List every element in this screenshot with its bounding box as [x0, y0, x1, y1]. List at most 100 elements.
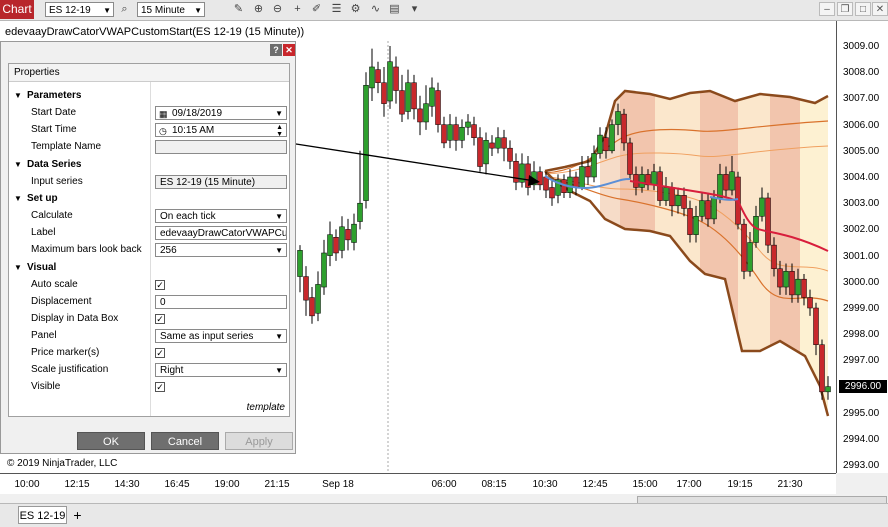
- zoom-out-icon[interactable]: ⊖: [270, 2, 285, 17]
- candlestick: [573, 176, 579, 188]
- pencil-icon[interactable]: ✎: [231, 2, 246, 17]
- time-tick-label: 21:30: [777, 479, 803, 490]
- restore-icon[interactable]: ❐: [837, 2, 853, 16]
- calculate-select[interactable]: On each tick ▼: [155, 209, 287, 223]
- time-tick-label: Sep 18: [322, 479, 354, 490]
- candlestick: [387, 61, 393, 102]
- close-icon[interactable]: ✕: [283, 44, 295, 56]
- vwap-band-fill: [700, 91, 738, 416]
- input-series-label: Input series: [31, 176, 83, 187]
- candlestick: [447, 124, 453, 141]
- section-visual[interactable]: ▼ Visual: [9, 260, 289, 276]
- panel-label: Panel: [31, 330, 57, 341]
- panel-select[interactable]: Same as input series ▼: [155, 329, 287, 343]
- dropdown-icon[interactable]: ▾: [407, 2, 422, 17]
- chevron-down-icon: ▼: [275, 246, 283, 255]
- candlestick: [375, 69, 381, 83]
- display-in-data-box-label: Display in Data Box: [31, 313, 119, 324]
- candlestick: [297, 250, 303, 277]
- candlestick: [513, 161, 519, 183]
- candlestick: [807, 297, 813, 309]
- visible-checkbox[interactable]: ✓: [155, 382, 165, 392]
- cancel-button[interactable]: Cancel: [151, 432, 219, 450]
- candlestick: [771, 244, 777, 269]
- data-box-icon[interactable]: ▤: [387, 2, 402, 17]
- calculate-label: Calculate: [31, 210, 73, 221]
- candlestick: [393, 66, 399, 91]
- template-link[interactable]: template: [247, 402, 285, 413]
- displacement-field[interactable]: 0: [155, 295, 287, 309]
- candlestick: [609, 124, 615, 152]
- close-icon[interactable]: ✕: [872, 2, 888, 16]
- auto-scale-checkbox[interactable]: ✓: [155, 280, 165, 290]
- price-tick-label: 3002.00: [843, 224, 880, 236]
- strategy-icon[interactable]: ⚙: [348, 2, 363, 17]
- candlestick: [801, 278, 807, 298]
- candlestick: [327, 234, 333, 256]
- candlestick: [783, 271, 789, 288]
- interval-selector[interactable]: 15 Minute ▼: [137, 2, 205, 17]
- candlestick: [723, 174, 729, 191]
- candlestick: [579, 166, 585, 188]
- candlestick: [543, 176, 549, 191]
- price-tick-label: 2993.00: [843, 460, 880, 472]
- crosshair-icon[interactable]: +: [290, 2, 305, 17]
- candlestick: [819, 344, 825, 393]
- candlestick: [627, 142, 633, 175]
- chevron-down-icon: ▼: [103, 6, 111, 15]
- candlestick: [591, 153, 597, 178]
- indicator-icon[interactable]: ∿: [368, 2, 383, 17]
- candlestick: [441, 124, 447, 144]
- minimize-icon[interactable]: –: [819, 2, 835, 16]
- add-tab-icon[interactable]: +: [70, 506, 85, 524]
- label-field[interactable]: edevaayDrawCatorVWAPCustomStart: [155, 226, 287, 240]
- candlestick: [597, 134, 603, 154]
- price-tick-label: 2999.00: [843, 303, 880, 314]
- candlestick: [789, 271, 795, 296]
- max-bars-select[interactable]: 256 ▼: [155, 243, 287, 257]
- candlestick: [489, 142, 495, 149]
- candlestick: [621, 113, 627, 144]
- candlestick: [687, 208, 693, 235]
- search-icon[interactable]: ⌕: [117, 2, 132, 17]
- apply-button[interactable]: Apply: [225, 432, 293, 450]
- time-tick-label: 12:45: [582, 479, 608, 490]
- price-tick-label: 2995.00: [843, 407, 880, 419]
- collapse-icon: ▼: [14, 194, 22, 203]
- price-tick-label: 2994.00: [843, 434, 880, 445]
- drawing-icon[interactable]: ✐: [309, 2, 324, 17]
- price-tick-label: 3003.00: [843, 198, 880, 210]
- candlestick: [309, 297, 315, 317]
- spinner-arrows-icon[interactable]: ▲ ▼: [276, 124, 283, 136]
- section-parameters[interactable]: ▼ Parameters: [9, 88, 289, 104]
- template-name-field[interactable]: [155, 140, 287, 154]
- help-icon[interactable]: ?: [270, 44, 282, 56]
- section-data-series[interactable]: ▼ Data Series: [9, 157, 289, 173]
- zoom-in-icon[interactable]: ⊕: [251, 2, 266, 17]
- price-tick-label: 3009.00: [843, 41, 880, 52]
- chart-tab[interactable]: Chart: [0, 0, 34, 19]
- price-axis[interactable]: 3009.00 3008.00 3007.00 3006.00 3005.00 3004.…: [836, 21, 888, 473]
- scale-justification-select[interactable]: Right ▼: [155, 363, 287, 377]
- interval-value: 15 Minute: [141, 5, 185, 16]
- start-date-picker[interactable]: ▦ 09/18/2019 ▼: [155, 106, 287, 120]
- display-in-data-box-checkbox[interactable]: ✓: [155, 314, 165, 324]
- input-series-field[interactable]: ES 12-19 (15 Minute): [155, 175, 287, 189]
- time-tick-label: 10:00: [14, 479, 40, 490]
- time-tick-label: 12:15: [64, 479, 90, 490]
- ok-button[interactable]: OK: [77, 432, 145, 450]
- properties-icon[interactable]: ☰: [329, 2, 344, 17]
- instrument-tab[interactable]: ES 12-19: [18, 506, 67, 524]
- time-tick-label: 10:30: [532, 479, 558, 490]
- maximize-icon[interactable]: □: [855, 2, 871, 16]
- chevron-down-icon: ▼: [275, 109, 283, 118]
- candlestick: [813, 307, 819, 345]
- time-tick-label: 16:45: [164, 479, 190, 490]
- candlestick: [567, 176, 573, 193]
- price-tick-label: 2998.00: [843, 329, 880, 341]
- section-setup[interactable]: ▼ Set up: [9, 191, 289, 207]
- start-time-spinner[interactable]: ◷ 10:15 AM ▲ ▼: [155, 123, 287, 137]
- instrument-selector[interactable]: ES 12-19 ▼: [45, 2, 114, 17]
- price-markers-checkbox[interactable]: ✓: [155, 348, 165, 358]
- time-axis[interactable]: 10:00 12:15 14:30 16:45 19:00 21:15 Sep 18 06:0…: [0, 473, 836, 494]
